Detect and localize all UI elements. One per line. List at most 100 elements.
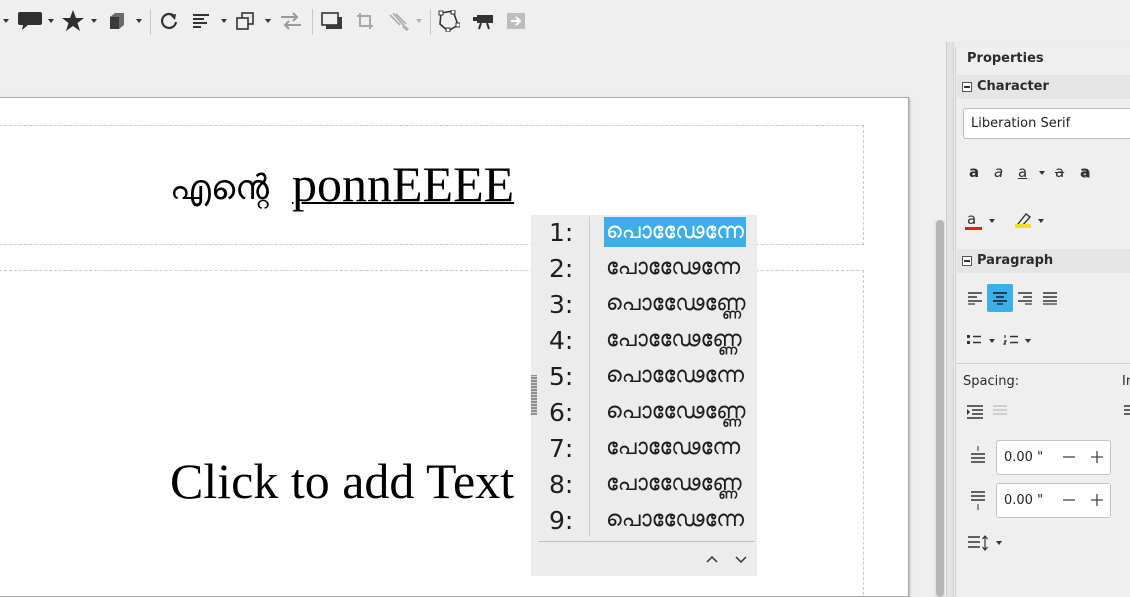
plus-icon[interactable] (1089, 492, 1105, 508)
minus-icon[interactable] (1061, 492, 1077, 508)
cube-icon[interactable] (106, 8, 128, 34)
toolbar-separator (150, 9, 151, 35)
font-name-value[interactable]: Liberation Serif (971, 116, 1070, 131)
body-placeholder-text[interactable]: Click to add Text (170, 452, 514, 510)
candidate-number: 4: (549, 326, 574, 355)
above-paragraph-spacing-field[interactable]: 0.00 " (996, 440, 1111, 475)
align-left-icon[interactable] (962, 284, 988, 312)
candidate-item-4[interactable]: 4: പോഢേേണ്ണേ (531, 323, 757, 359)
candidate-item-6[interactable]: 6: പൊഢേേണ്ണേ (531, 395, 757, 431)
font-color-button[interactable]: a (967, 210, 976, 228)
chevron-down-icon[interactable] (733, 551, 749, 567)
dropdown-arrow-icon[interactable] (1039, 170, 1045, 176)
sidebar-splitter[interactable] (946, 42, 954, 597)
justify-icon[interactable] (1037, 284, 1063, 312)
candidate-footer-divider (539, 541, 755, 542)
shadow-text-button[interactable]: a (1080, 163, 1090, 181)
arrange-icon[interactable] (234, 8, 256, 34)
points-icon[interactable] (437, 8, 461, 34)
dropdown-arrow-icon[interactable] (265, 18, 271, 24)
dropdown-arrow-icon[interactable] (91, 18, 97, 24)
collapse-icon[interactable] (962, 256, 972, 266)
spacing-label: Spacing: (963, 374, 1020, 389)
paragraph-section-label: Paragraph (977, 253, 1054, 268)
dropdown-arrow-icon[interactable] (3, 18, 9, 24)
glue-icon[interactable] (470, 8, 496, 34)
scrollbar-thumb[interactable] (936, 220, 944, 597)
italic-button[interactable]: a (994, 163, 1003, 181)
below-paragraph-spacing-field[interactable]: 0.00 " (996, 483, 1111, 518)
filter-icon[interactable] (386, 8, 412, 34)
input-candidate-popup: 1: പൊഢേേന്നേ 2: പോഢേേന്നേ 3: പൊഢേേണ്ണേ 4… (531, 215, 757, 576)
indent-label: In (1122, 374, 1130, 389)
rotate-icon[interactable] (158, 8, 180, 34)
dropdown-arrow-icon[interactable] (136, 18, 142, 24)
title-malayalam-text[interactable]: എന്റെ (170, 168, 269, 208)
below-spacing-icon (971, 491, 985, 510)
drawing-toolbar (0, 0, 1130, 42)
dropdown-arrow-icon[interactable] (416, 18, 422, 24)
shadow-icon[interactable] (319, 8, 345, 34)
candidate-text[interactable]: പോഢേേന്നേ (604, 433, 742, 463)
candidate-text[interactable]: പൊഢേേന്നേ (604, 217, 747, 247)
character-section-label: Character (977, 79, 1049, 94)
above-spacing-value[interactable]: 0.00 " (1004, 450, 1043, 465)
candidate-item-3[interactable]: 3: പൊഢേേണ്ണേ (531, 287, 757, 323)
candidate-item-1[interactable]: 1: പൊഢേേന്നേ (531, 215, 757, 251)
bullet-list-icon[interactable] (966, 334, 982, 346)
callout-icon[interactable] (16, 8, 44, 34)
star-icon[interactable] (60, 8, 86, 34)
candidate-item-8[interactable]: 8: പോഢേേണ്ണേ (531, 467, 757, 503)
candidate-number: 5: (549, 362, 574, 391)
candidate-number: 9: (549, 506, 574, 535)
align-center-icon[interactable] (987, 284, 1013, 312)
underline-button[interactable]: a (1018, 163, 1027, 181)
collapse-icon[interactable] (962, 82, 972, 92)
candidate-text[interactable]: പൊഢേേന്നേ (604, 505, 746, 535)
distribute-icon[interactable] (279, 8, 303, 34)
toolbar-separator (312, 9, 313, 35)
candidate-text[interactable]: പൊഢേേണ്ണേ (604, 289, 747, 319)
dropdown-arrow-icon[interactable] (996, 540, 1002, 546)
increase-paragraph-spacing-icon[interactable] (966, 405, 984, 419)
impress-window: എന്റെ ponnEEEE Click to add Text 1: പൊഢേ… (0, 0, 1130, 597)
toggle-extrusion-icon[interactable] (504, 8, 528, 34)
bold-button[interactable]: a (969, 163, 979, 181)
dropdown-arrow-icon[interactable] (221, 18, 227, 24)
decrease-paragraph-spacing-icon[interactable] (992, 405, 1008, 419)
candidate-item-9[interactable]: 9: പൊഢേേന്നേ (531, 503, 757, 539)
minus-icon[interactable] (1061, 449, 1077, 465)
candidate-text[interactable]: പോഢേേന്നേ (604, 253, 742, 283)
below-spacing-value[interactable]: 0.00 " (1004, 493, 1043, 508)
candidate-number: 2: (549, 254, 574, 283)
candidate-text[interactable]: പൊഢേേണ്ണേ (604, 397, 747, 427)
plus-icon[interactable] (1089, 449, 1105, 465)
dropdown-arrow-icon[interactable] (989, 338, 995, 344)
highlighter-icon[interactable] (1014, 212, 1032, 228)
candidate-text[interactable]: പൊഢേേന്നേ (604, 361, 746, 391)
dropdown-arrow-icon[interactable] (1025, 338, 1031, 344)
indent-icon[interactable] (1124, 405, 1130, 419)
chevron-up-icon[interactable] (704, 551, 720, 567)
candidate-item-7[interactable]: 7: പോഢേേന്നേ (531, 431, 757, 467)
dropdown-arrow-icon[interactable] (48, 18, 54, 24)
strikethrough-button[interactable]: a (1055, 163, 1064, 181)
candidate-text[interactable]: പോഢേേണ്ണേ (604, 325, 744, 355)
candidate-number: 1: (549, 218, 574, 247)
candidate-item-2[interactable]: 2: പോഢേേന്നേ (531, 251, 757, 287)
crop-icon[interactable] (354, 8, 376, 34)
align-right-icon[interactable] (1012, 284, 1038, 312)
candidate-number: 7: (549, 434, 574, 463)
align-icon[interactable] (190, 8, 212, 34)
toolbar-separator (430, 9, 431, 35)
title-preedit-text[interactable]: ponnEEEE (292, 155, 514, 213)
sidebar-title: Properties (967, 51, 1044, 66)
dropdown-arrow-icon[interactable] (1038, 218, 1044, 224)
candidate-item-5[interactable]: 5: പൊഢേേന്നേ (531, 359, 757, 395)
line-spacing-icon[interactable] (967, 535, 989, 551)
dropdown-arrow-icon[interactable] (989, 218, 995, 224)
font-color-swatch (965, 227, 982, 230)
section-divider (957, 363, 1130, 364)
numbered-list-icon[interactable] (1003, 334, 1019, 346)
candidate-text[interactable]: പോഢേേണ്ണേ (604, 469, 744, 499)
